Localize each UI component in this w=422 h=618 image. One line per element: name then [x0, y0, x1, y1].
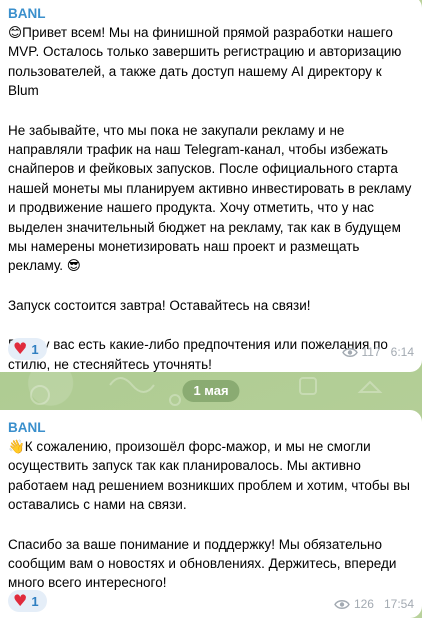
date-separator[interactable]: 1 мая [182, 380, 240, 402]
reaction-chip[interactable]: ♥ 1 [8, 338, 47, 360]
message-footer: ♥ 1 117 6:14 [8, 338, 414, 360]
message-bubble[interactable]: BANL 😊Привет всем! Мы на финишной прямой… [0, 0, 422, 372]
message-paragraph: 😊Привет всем! Мы на финишной прямой разр… [8, 25, 402, 99]
sender-name[interactable]: BANL [8, 417, 414, 437]
reaction-count: 1 [31, 593, 39, 609]
message-paragraph: Запуск состоится завтра! Оставайтесь на … [8, 297, 311, 313]
message-paragraph: Не забывайте, что мы пока не закупали ре… [8, 122, 412, 274]
message-meta: 117 6:14 [341, 344, 414, 360]
message-paragraph: Спасибо за ваше понимание и поддержку! М… [8, 536, 397, 591]
reaction-count: 1 [31, 341, 39, 357]
eye-icon [334, 599, 350, 609]
heart-icon: ♥ [13, 591, 28, 610]
message-meta: 126 17:54 [334, 596, 414, 612]
message-footer: ♥ 1 126 17:54 [8, 590, 414, 612]
heart-icon: ♥ [13, 339, 28, 358]
message-time: 17:54 [383, 597, 414, 611]
message-bubble[interactable]: BANL 👋К сожалению, произошёл форс-мажор,… [0, 410, 422, 618]
message-time: 6:14 [390, 345, 414, 359]
reaction-chip[interactable]: ♥ 1 [8, 590, 47, 612]
eye-icon [341, 347, 358, 357]
view-count: 126 [353, 597, 374, 611]
message-paragraph: 👋К сожалению, произошёл форс-мажор, и мы… [8, 439, 410, 513]
sender-name[interactable]: BANL [8, 3, 414, 23]
view-count: 117 [361, 345, 381, 359]
